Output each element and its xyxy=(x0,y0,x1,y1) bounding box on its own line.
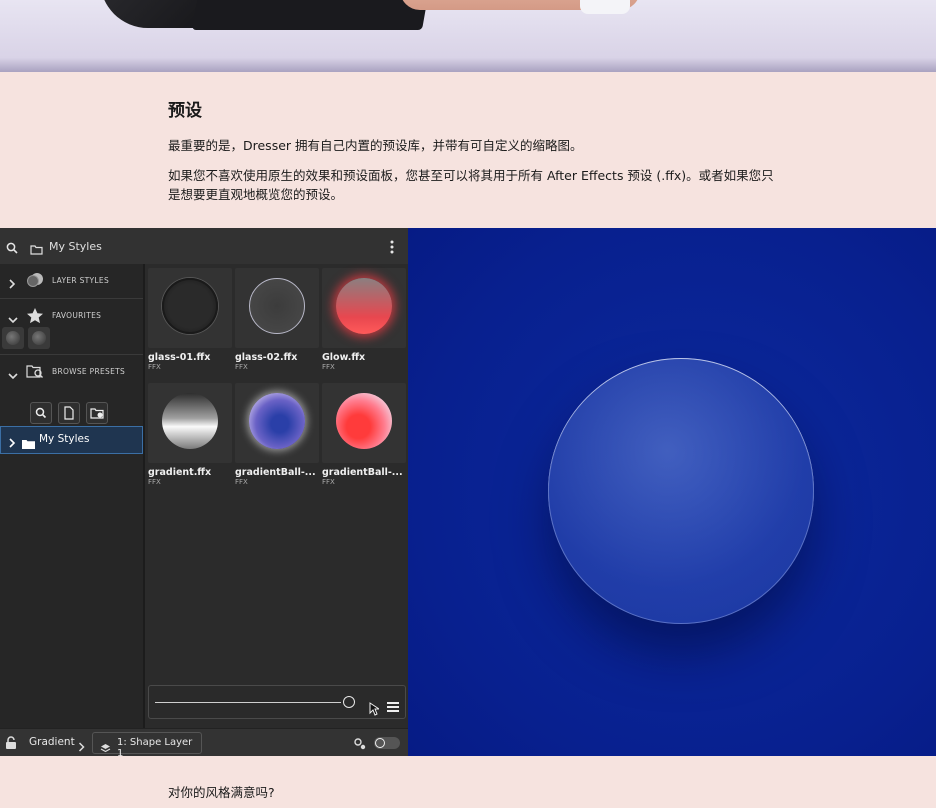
preset-thumbnail xyxy=(322,268,406,348)
preset-name: gradientBall-... xyxy=(235,467,316,478)
breadcrumb-comp[interactable]: Gradient xyxy=(29,736,75,748)
section-label: FAVOURITES xyxy=(52,311,102,320)
visibility-toggle[interactable] xyxy=(374,737,400,749)
tree-item-label: My Styles xyxy=(39,433,90,445)
chevron-right-icon xyxy=(78,737,85,756)
section-browse-presets[interactable]: BROWSE PRESETS xyxy=(0,354,143,389)
preset-name: Glow.ffx xyxy=(322,352,366,363)
more-vertical-icon[interactable] xyxy=(390,239,394,258)
folder-open-icon xyxy=(30,240,44,259)
browse-folder-icon xyxy=(26,363,44,383)
favourite-thumbnails xyxy=(2,327,54,351)
preset-type: FFX xyxy=(235,363,248,371)
preset-tile[interactable]: glass-02.ffx FFX xyxy=(235,268,319,371)
panel-title: My Styles xyxy=(49,240,102,253)
search-presets-button[interactable] xyxy=(30,402,52,424)
chevron-right-icon xyxy=(8,433,16,452)
layer-selector[interactable]: 1: Shape Layer 1 xyxy=(92,732,202,756)
dresser-panel: My Styles LAYER STYLES FAVOURITES BROWSE… xyxy=(0,228,408,756)
preset-name: gradient.ffx xyxy=(148,467,212,478)
preset-tile[interactable]: glass-01.ffx FFX xyxy=(148,268,232,371)
search-icon[interactable] xyxy=(6,239,18,258)
section-layer-styles[interactable]: LAYER STYLES xyxy=(0,264,143,299)
preset-thumbnail xyxy=(148,268,232,348)
preset-type: FFX xyxy=(148,363,161,371)
effects-settings-icon[interactable] xyxy=(352,736,368,755)
panel-sidebar: LAYER STYLES FAVOURITES BROWSE PRESETS M… xyxy=(0,264,145,728)
preset-thumbnail xyxy=(235,268,319,348)
chevron-down-icon xyxy=(8,365,18,384)
preset-type: FFX xyxy=(322,478,335,486)
layer-styles-icon xyxy=(26,272,44,292)
thumbnail-size-slider[interactable] xyxy=(148,685,406,719)
keyboard xyxy=(192,0,428,30)
chevron-right-icon xyxy=(8,274,16,293)
preset-thumbnail xyxy=(322,383,406,463)
mouse-cursor-icon xyxy=(369,701,381,720)
preset-tile[interactable]: gradientBall-... FFX xyxy=(322,383,406,486)
panel-bottombar: Gradient 1: Shape Layer 1 xyxy=(0,728,408,756)
preset-type: FFX xyxy=(148,478,161,486)
tree-item-my-styles[interactable]: My Styles xyxy=(0,426,143,454)
paragraph-2: 如果您不喜欢使用原生的效果和预设面板，您甚至可以将其用于所有 After Eff… xyxy=(168,168,774,202)
preset-tile[interactable]: gradient.ffx FFX xyxy=(148,383,232,486)
favourite-thumb[interactable] xyxy=(2,327,24,349)
layers-icon xyxy=(100,738,111,756)
closing-question: 对你的风格满意吗? xyxy=(168,785,275,800)
panel-topbar: My Styles xyxy=(0,228,408,264)
preset-name: glass-01.ffx xyxy=(148,352,211,363)
shirt-sleeve xyxy=(580,0,630,14)
slider-track xyxy=(155,702,341,703)
preset-tile[interactable]: Glow.ffx FFX xyxy=(322,268,406,371)
hero-photo xyxy=(0,0,936,72)
star-icon xyxy=(26,307,44,329)
plugin-screenshot: My Styles LAYER STYLES FAVOURITES BROWSE… xyxy=(0,228,936,756)
lock-icon[interactable] xyxy=(5,735,17,754)
chevron-down-icon xyxy=(8,309,18,328)
add-folder-button[interactable] xyxy=(86,402,108,424)
new-file-button[interactable] xyxy=(58,402,80,424)
preset-name: gradientBall-... xyxy=(322,467,403,478)
preset-thumbnail xyxy=(148,383,232,463)
layer-label: 1: Shape Layer 1 xyxy=(117,737,193,756)
section-label: BROWSE PRESETS xyxy=(52,367,126,376)
slider-knob[interactable] xyxy=(343,696,355,708)
section-favourites[interactable]: FAVOURITES xyxy=(0,299,143,327)
folder-icon xyxy=(22,434,35,453)
preset-type: FFX xyxy=(235,478,248,486)
section-label: LAYER STYLES xyxy=(52,276,110,285)
preset-name: glass-02.ffx xyxy=(235,352,298,363)
paragraph-1: 最重要的是，Dresser 拥有自己内置的预设库，并带有可自定义的缩略图。 xyxy=(168,138,583,153)
section-heading: 预设 xyxy=(168,101,202,121)
composition-preview xyxy=(408,228,936,756)
favourite-thumb[interactable] xyxy=(28,327,50,349)
preset-type: FFX xyxy=(322,363,335,371)
preset-thumbnail xyxy=(235,383,319,463)
glass-circle-preview xyxy=(548,358,814,624)
list-view-icon[interactable] xyxy=(387,697,399,716)
preset-tile[interactable]: gradientBall-... FFX xyxy=(235,383,319,486)
